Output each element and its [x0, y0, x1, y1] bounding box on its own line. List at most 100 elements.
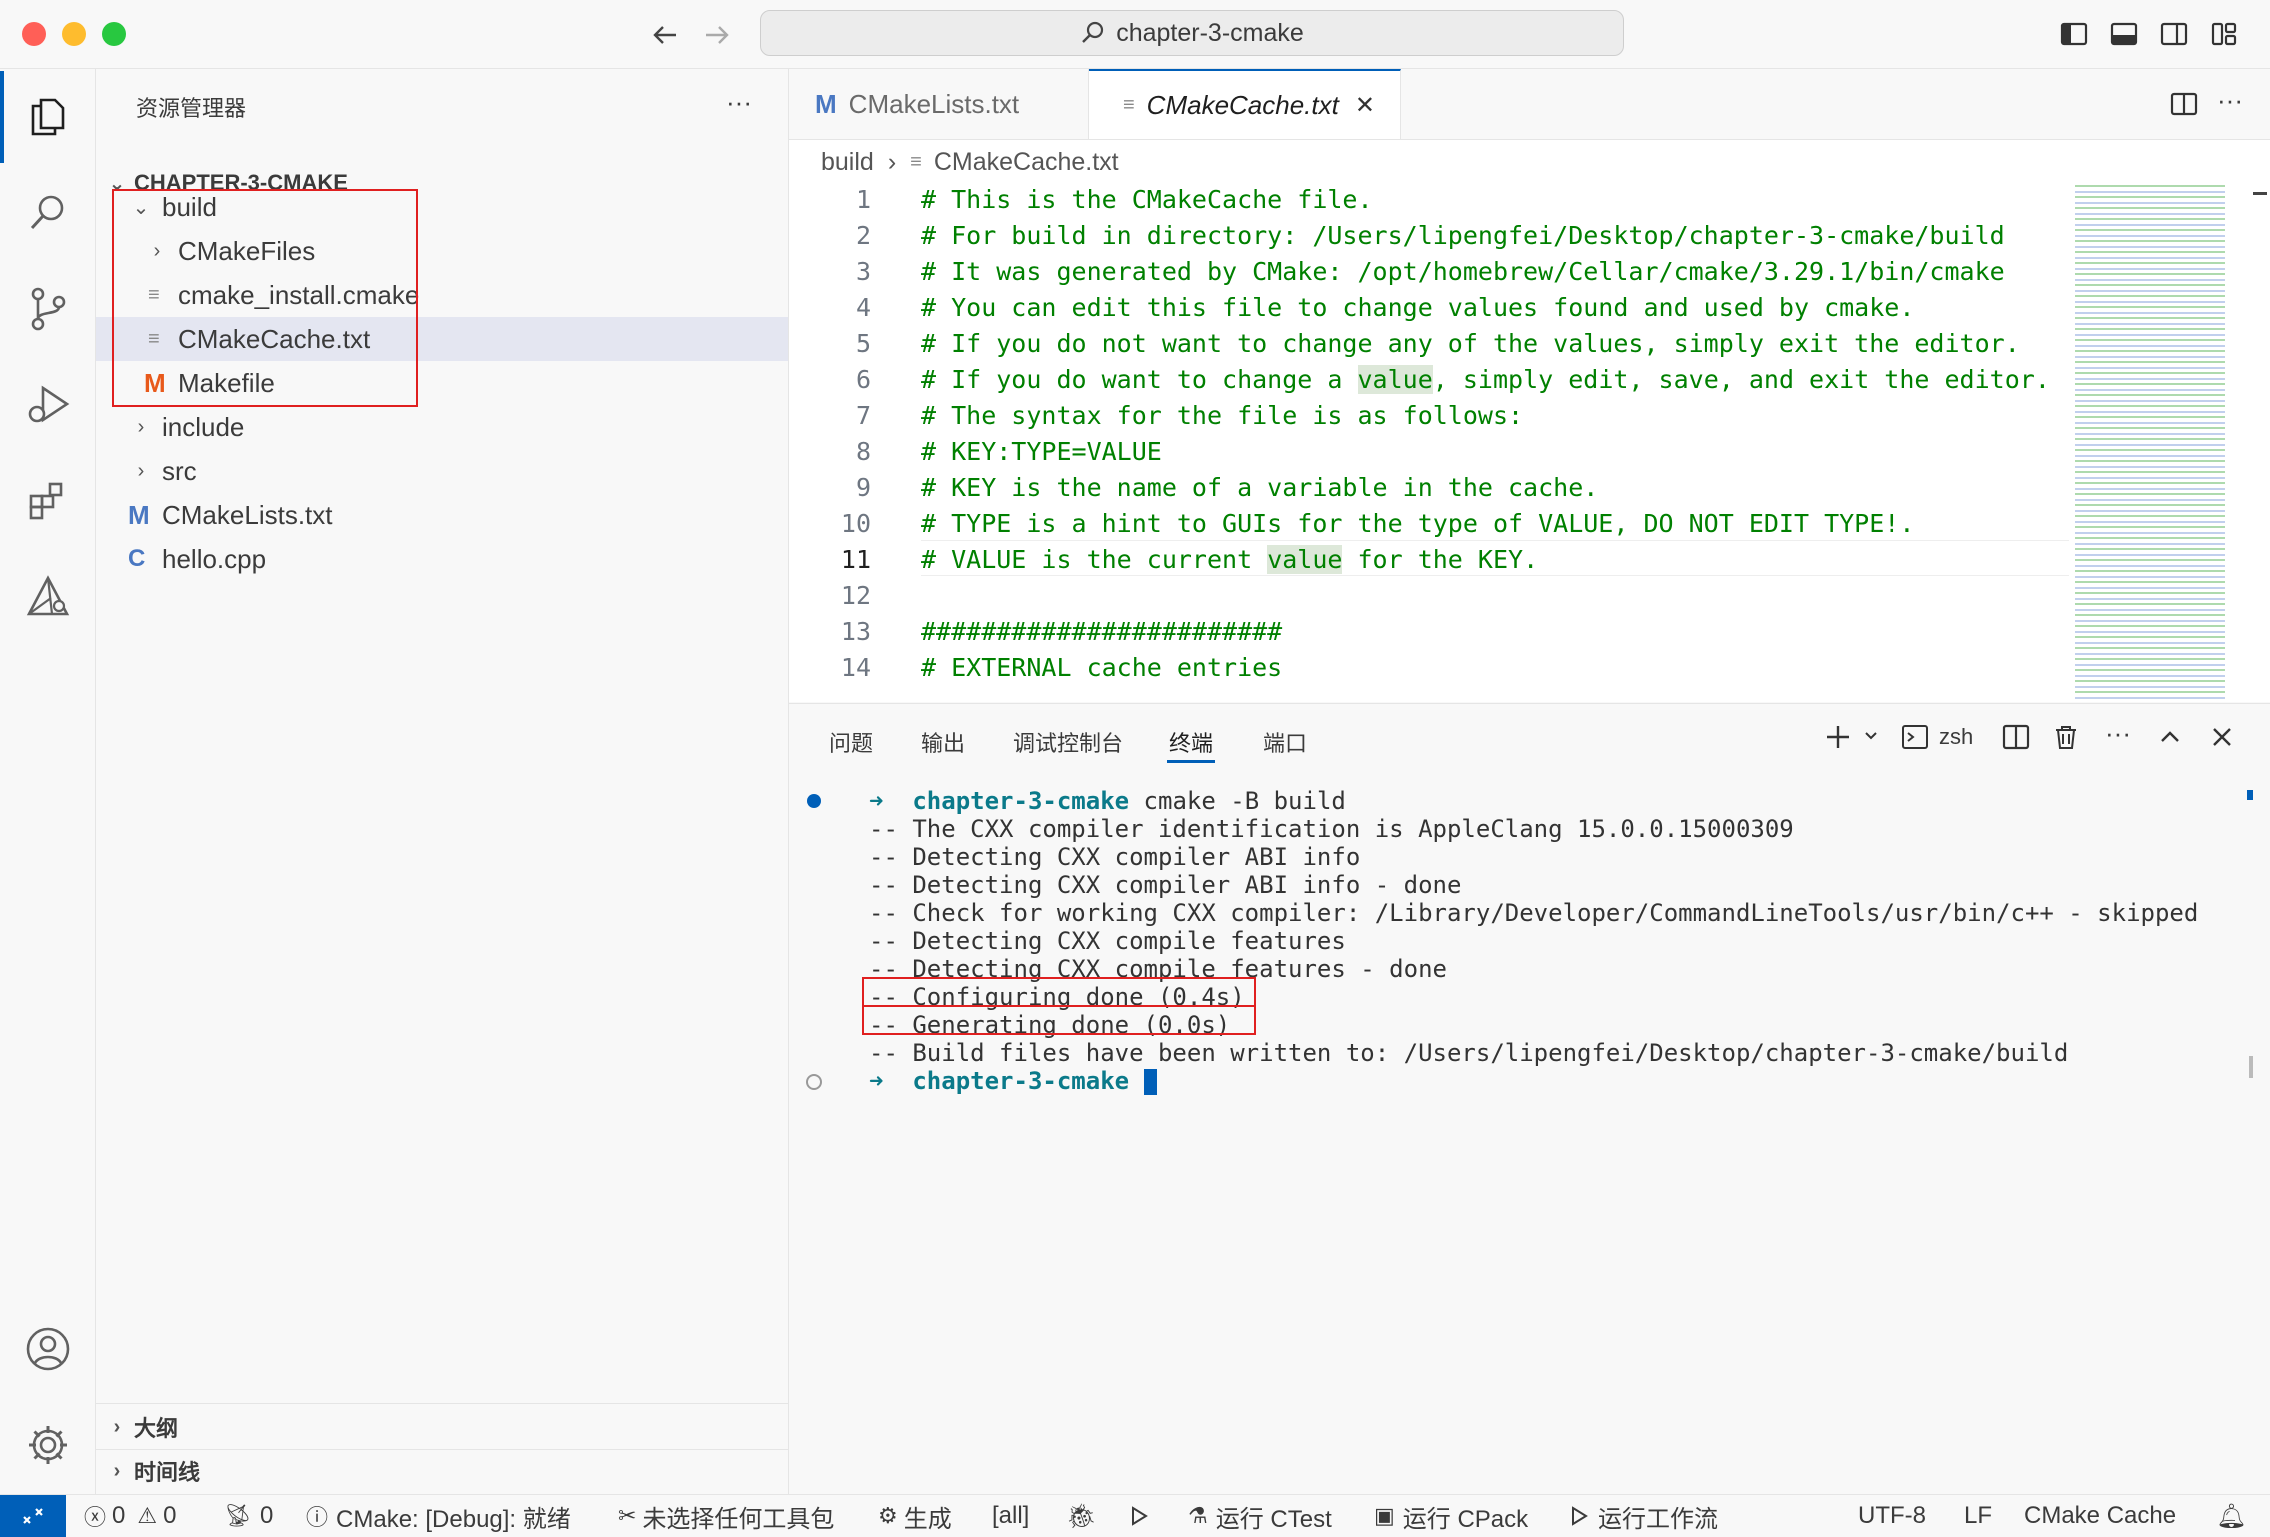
toggle-panel-icon[interactable] — [2108, 18, 2140, 50]
command-pending-dot[interactable] — [806, 1074, 822, 1090]
chevron-right-icon: › — [153, 239, 161, 262]
terminal-prompt-line[interactable]: ➜ chapter-3-cmake — [869, 1067, 1157, 1095]
tab-debug-console[interactable]: 调试控制台 — [1013, 726, 1123, 758]
tree-item-makefile[interactable]: M Makefile — [96, 361, 788, 405]
minimize-window-button[interactable] — [62, 22, 86, 46]
chevron-right-icon: › — [137, 415, 145, 438]
breadcrumb-file[interactable]: CMakeCache.txt — [934, 148, 1119, 177]
maximize-panel-icon[interactable] — [2157, 724, 2183, 750]
kit-selector[interactable]: ✂ 未选择任何工具包 — [618, 1495, 834, 1537]
zoom-window-button[interactable] — [102, 22, 126, 46]
tree-item-build[interactable]: ⌄ build — [96, 185, 788, 229]
command-center-search[interactable]: chapter-3-cmake — [760, 10, 1624, 56]
run-debug-button[interactable] — [0, 357, 95, 453]
eol-selector[interactable]: LF — [1964, 1495, 1992, 1537]
forward-arrow-icon[interactable] — [702, 20, 732, 50]
scrollbar-thumb[interactable] — [2253, 192, 2267, 195]
tab-output[interactable]: 输出 — [921, 726, 965, 758]
language-mode-selector[interactable]: CMake Cache — [2024, 1495, 2176, 1537]
prompt-directory: chapter-3-cmake — [912, 1067, 1130, 1095]
chevron-right-icon: › — [113, 1415, 121, 1438]
terminal-output-line: -- The CXX compiler identification is Ap… — [869, 815, 1794, 843]
explorer-button[interactable] — [0, 69, 95, 165]
source-control-button[interactable] — [0, 261, 95, 357]
tree-item-label: CMakeCache.txt — [178, 323, 371, 354]
encoding-selector[interactable]: UTF-8 — [1858, 1495, 1926, 1537]
flask-icon: ⚗ — [1188, 1503, 1208, 1528]
extensions-button[interactable] — [0, 453, 95, 549]
build-button[interactable]: ⚙ 生成 — [878, 1495, 952, 1537]
prompt-arrow: ➜ — [869, 787, 884, 815]
code-line: 7 # The syntax for the file is as follows… — [855, 401, 1524, 430]
command-success-dot[interactable] — [807, 794, 821, 808]
file-lines-icon: ≡ — [148, 283, 160, 306]
trash-icon[interactable] — [2051, 722, 2081, 752]
code-line: 11 # VALUE is the current value for the K… — [840, 545, 1539, 574]
ports-status[interactable]: 📡︎ 0 — [224, 1495, 273, 1537]
tree-item-label: hello.cpp — [162, 543, 267, 574]
tab-cmakelists[interactable]: M CMakeLists.txt — [789, 69, 1089, 139]
manage-button[interactable] — [0, 1397, 95, 1493]
accounts-button[interactable] — [0, 1301, 95, 1397]
editor-more-actions-button[interactable]: ··· — [2217, 85, 2243, 116]
terminal-output-line: -- Generating done (0.0s) — [869, 1011, 1231, 1039]
code-line: 8 # KEY:TYPE=VALUE — [855, 437, 1162, 466]
code-line: 5 # If you do not want to change any of t… — [855, 329, 2020, 358]
tree-item-label: Makefile — [178, 367, 275, 398]
terminal-shell-selector[interactable]: zsh — [1901, 720, 1973, 754]
back-arrow-icon[interactable] — [650, 20, 680, 50]
tree-item-cmake-install[interactable]: ≡ cmake_install.cmake — [96, 273, 788, 317]
customize-layout-icon[interactable] — [2208, 18, 2240, 50]
close-panel-icon[interactable] — [2209, 724, 2235, 750]
breadcrumb-folder[interactable]: build — [821, 148, 874, 177]
tab-problems[interactable]: 问题 — [829, 726, 873, 758]
close-tab-icon[interactable]: ✕ — [1355, 91, 1375, 120]
remote-indicator[interactable] — [0, 1495, 66, 1537]
tree-item-src[interactable]: › src — [96, 449, 788, 493]
panel-more-actions-button[interactable]: ··· — [2105, 718, 2131, 749]
tree-item-label: CMakeLists.txt — [162, 499, 333, 530]
chevron-right-icon: › — [137, 459, 145, 482]
minimap[interactable] — [2075, 182, 2225, 702]
terminal-output-line: -- Detecting CXX compile features - done — [869, 955, 1447, 983]
outline-section[interactable]: › 大纲 — [96, 1405, 788, 1449]
close-window-button[interactable] — [22, 22, 46, 46]
ctest-button[interactable]: ⚗ 运行 CTest — [1188, 1495, 1332, 1537]
timeline-section[interactable]: › 时间线 — [96, 1449, 788, 1493]
split-editor-icon[interactable] — [2169, 89, 2199, 119]
tab-label: CMakeLists.txt — [848, 88, 1020, 119]
terminal-scrollbar-thumb[interactable] — [2249, 1056, 2253, 1078]
toggle-primary-sidebar-icon[interactable] — [2058, 18, 2090, 50]
debug-bug-icon[interactable]: 🐞︎ — [1066, 1495, 1096, 1537]
cmake-status[interactable]: ⓘ CMake: [Debug]: 就绪 — [306, 1495, 571, 1537]
build-target-selector[interactable]: [all] — [992, 1495, 1029, 1537]
tab-ports[interactable]: 端口 — [1263, 726, 1307, 758]
sidebar-title: 资源管理器 — [136, 96, 247, 121]
makefile-icon: M — [144, 367, 166, 398]
breadcrumb: build › ≡ CMakeCache.txt — [821, 144, 1119, 180]
problems-status[interactable]: ⓧ 0 ⚠ 0 — [84, 1495, 176, 1537]
notifications-bell-icon[interactable]: 🔔︎ — [2216, 1495, 2246, 1537]
cpack-button[interactable]: ▣ 运行 CPack — [1374, 1495, 1528, 1537]
toggle-secondary-sidebar-icon[interactable] — [2158, 18, 2190, 50]
code-editor[interactable]: build › ≡ CMakeCache.txt 1 # This is the … — [789, 140, 2270, 702]
prompt-arrow: ➜ — [869, 1067, 884, 1095]
cmake-view-button[interactable] — [0, 549, 95, 645]
split-terminal-icon[interactable] — [2001, 722, 2031, 752]
tree-item-hello-cpp[interactable]: C hello.cpp — [96, 537, 788, 581]
terminal-scroll-marker — [2247, 790, 2253, 800]
tab-terminal[interactable]: 终端 — [1169, 726, 1213, 758]
code-line: 9 # KEY is the name of a variable in the … — [855, 473, 1599, 502]
tree-item-include[interactable]: › include — [96, 405, 788, 449]
tree-item-cmakecache[interactable]: ≡ CMakeCache.txt — [96, 317, 788, 361]
activity-bar — [0, 69, 96, 1494]
chevron-down-icon[interactable] — [1863, 728, 1879, 744]
search-view-button[interactable] — [0, 165, 95, 261]
launch-button[interactable] — [1128, 1495, 1150, 1537]
more-actions-button[interactable]: ··· — [726, 87, 752, 118]
tab-cmakecache[interactable]: ≡ CMakeCache.txt ✕ — [1089, 69, 1401, 139]
workflow-button[interactable]: 运行工作流 — [1568, 1495, 1718, 1537]
tree-item-cmakefiles[interactable]: › CMakeFiles — [96, 229, 788, 273]
tree-item-cmakelists[interactable]: M CMakeLists.txt — [96, 493, 788, 537]
new-terminal-icon[interactable] — [1823, 722, 1853, 752]
